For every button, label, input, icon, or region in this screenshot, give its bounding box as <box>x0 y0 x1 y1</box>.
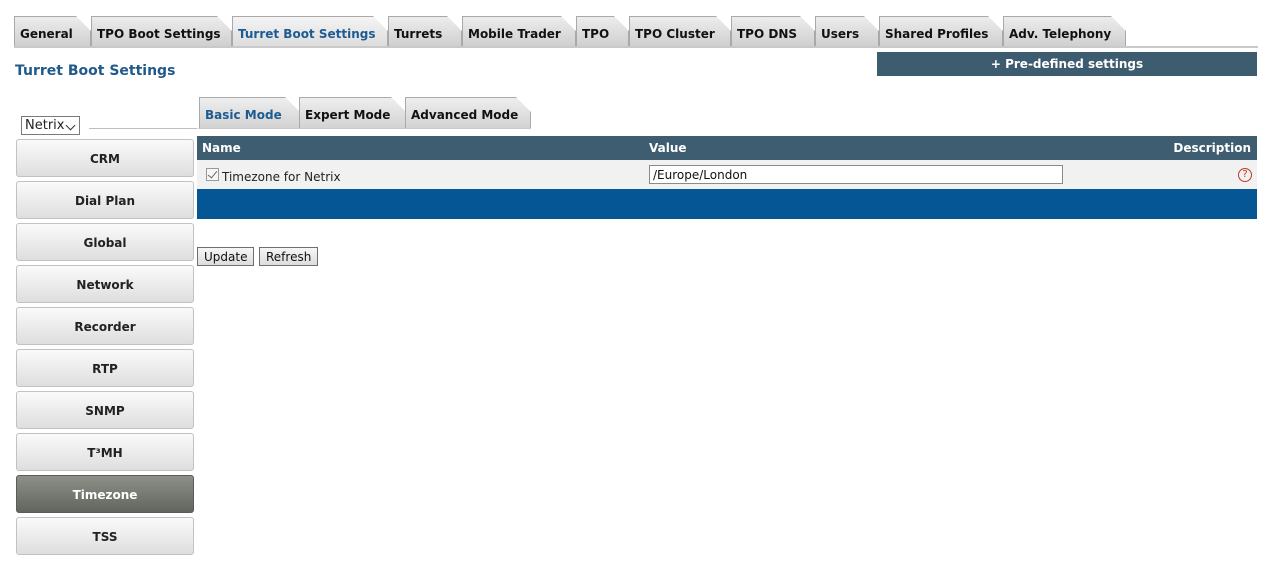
tab-tpo-boot-settings[interactable]: TPO Boot Settings <box>91 16 232 47</box>
device-select[interactable]: Netrix <box>21 116 80 135</box>
table-footer-bar <box>197 189 1257 219</box>
tab-turret-boot-settings[interactable]: Turret Boot Settings <box>232 16 388 47</box>
table-header: Name Value Description <box>197 136 1257 160</box>
device-select-value: Netrix <box>25 118 65 133</box>
tab-shared-profiles[interactable]: Shared Profiles <box>879 16 1003 47</box>
tab-tpo-cluster[interactable]: TPO Cluster <box>629 16 731 47</box>
tab-expert-mode[interactable]: Expert Mode <box>299 97 406 129</box>
update-button[interactable]: Update <box>197 247 255 266</box>
table-row: Timezone for Netrix ? <box>197 160 1257 189</box>
sidebar-item-global[interactable]: Global <box>16 223 194 261</box>
predefined-settings-button[interactable]: + Pre-defined settings <box>877 52 1257 76</box>
row-checkbox[interactable] <box>206 168 219 181</box>
column-header-name: Name <box>202 141 241 155</box>
tab-mobile-trader[interactable]: Mobile Trader <box>462 16 576 47</box>
chevron-down-icon <box>65 120 76 131</box>
refresh-button[interactable]: Refresh <box>259 247 319 266</box>
sidebar-item-recorder[interactable]: Recorder <box>16 307 194 345</box>
tab-users[interactable]: Users <box>815 16 879 47</box>
sidebar-item-crm[interactable]: CRM <box>16 139 194 177</box>
sidebar-item-rtp[interactable]: RTP <box>16 349 194 387</box>
column-header-description: Description <box>1173 141 1251 155</box>
tab-adv-telephony[interactable]: Adv. Telephony <box>1003 16 1126 47</box>
sidebar-item-network[interactable]: Network <box>16 265 194 303</box>
tab-turrets[interactable]: Turrets <box>388 16 462 47</box>
tab-general[interactable]: General <box>14 16 91 47</box>
tab-tpo[interactable]: TPO <box>576 16 629 47</box>
top-tab-bar: General TPO Boot Settings Turret Boot Se… <box>14 16 1258 48</box>
sidebar-item-snmp[interactable]: SNMP <box>16 391 194 429</box>
sidebar-item-tss[interactable]: TSS <box>16 517 194 555</box>
setting-name: Timezone for Netrix <box>222 170 341 184</box>
timezone-value-input[interactable] <box>649 165 1063 184</box>
divider <box>89 128 197 129</box>
question-circle-icon[interactable]: ? <box>1238 168 1252 182</box>
sidebar-item-timezone[interactable]: Timezone <box>16 475 194 513</box>
divider <box>198 128 531 129</box>
tab-basic-mode[interactable]: Basic Mode <box>199 97 300 129</box>
sidebar-item-t3mh[interactable]: T³MH <box>16 433 194 471</box>
column-header-value: Value <box>649 141 687 155</box>
tab-advanced-mode[interactable]: Advanced Mode <box>405 97 531 129</box>
sidebar-item-dial-plan[interactable]: Dial Plan <box>16 181 194 219</box>
page-title: Turret Boot Settings <box>15 63 176 79</box>
tab-tpo-dns[interactable]: TPO DNS <box>731 16 815 47</box>
